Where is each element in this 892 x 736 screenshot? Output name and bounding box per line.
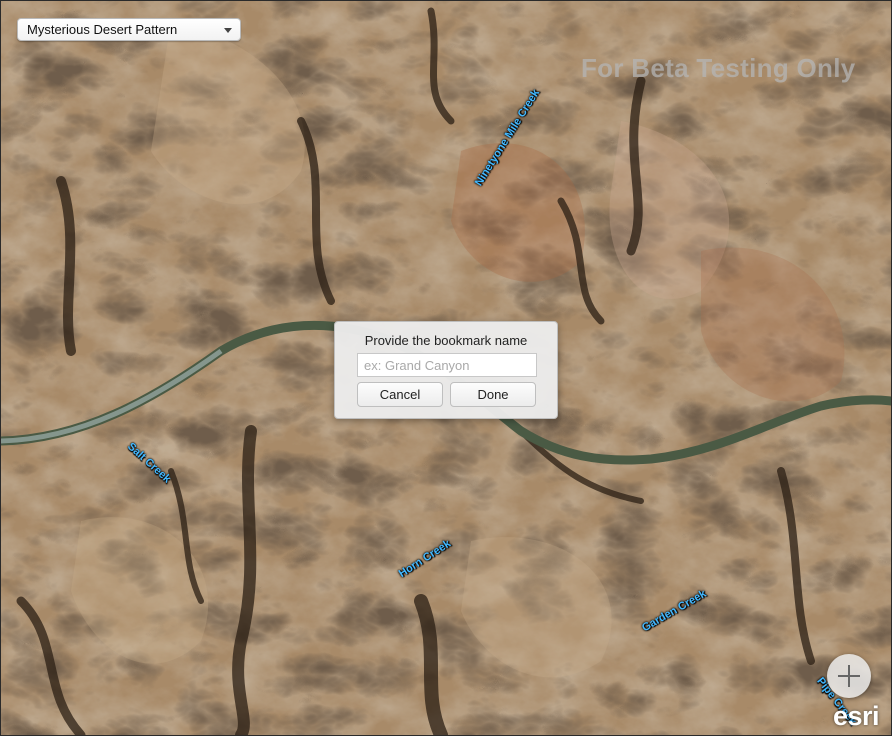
- esri-logo: esri: [833, 701, 880, 731]
- zoom-in-button[interactable]: [827, 654, 871, 698]
- bookmark-dialog-title: Provide the bookmark name: [364, 333, 528, 348]
- basemap-dropdown-value: Mysterious Desert Pattern: [27, 22, 178, 37]
- bookmark-dialog: Provide the bookmark name Cancel Done: [334, 321, 558, 419]
- bookmark-name-input[interactable]: [357, 353, 537, 377]
- chevron-down-icon: [224, 28, 232, 33]
- done-button[interactable]: Done: [450, 382, 536, 407]
- basemap-dropdown[interactable]: Mysterious Desert Pattern: [17, 18, 241, 41]
- beta-watermark: For Beta Testing Only: [581, 53, 856, 83]
- map-view[interactable]: Mysterious Desert Pattern For Beta Testi…: [0, 0, 892, 736]
- cancel-button[interactable]: Cancel: [357, 382, 443, 407]
